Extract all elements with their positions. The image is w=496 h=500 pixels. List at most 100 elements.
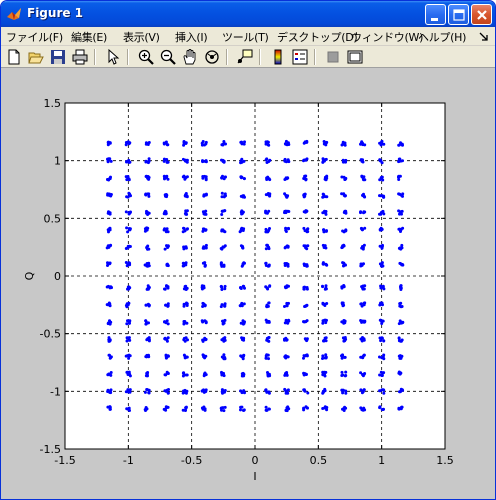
data-point xyxy=(185,302,189,306)
data-point xyxy=(302,407,306,411)
data-point xyxy=(182,371,186,375)
data-point xyxy=(239,408,242,412)
data-point xyxy=(359,406,363,410)
data-point xyxy=(202,227,206,231)
menu-window[interactable]: ウィンドウ(W) xyxy=(351,29,423,45)
data-point xyxy=(341,391,345,395)
data-point xyxy=(182,264,186,268)
data-point xyxy=(401,194,404,198)
menu-edit[interactable]: 編集(E) xyxy=(71,29,107,45)
maximize-button[interactable] xyxy=(448,4,469,25)
data-point xyxy=(302,287,306,291)
data-point xyxy=(264,140,268,144)
new-figure-icon[interactable] xyxy=(6,49,22,65)
dock-arrow-icon[interactable] xyxy=(478,31,490,43)
data-point xyxy=(108,177,112,181)
data-point xyxy=(264,261,268,265)
data-point xyxy=(241,211,244,215)
data-point xyxy=(283,264,287,267)
data-point xyxy=(382,195,385,199)
title-bar[interactable]: Figure 1 xyxy=(1,1,495,27)
data-point xyxy=(380,139,384,143)
data-point xyxy=(363,284,367,288)
print-icon[interactable] xyxy=(72,49,88,65)
close-button[interactable] xyxy=(471,4,492,25)
data-point xyxy=(183,229,187,233)
data-point xyxy=(360,140,364,144)
pointer-icon[interactable] xyxy=(105,49,121,65)
data-point xyxy=(323,336,327,340)
data-point xyxy=(397,209,401,213)
data-point xyxy=(220,288,224,291)
data-point xyxy=(239,161,243,165)
data-point xyxy=(286,141,290,145)
save-icon[interactable] xyxy=(50,49,66,65)
minimize-button[interactable] xyxy=(425,4,446,25)
data-point xyxy=(223,318,227,322)
rotate-3d-icon[interactable] xyxy=(204,49,220,65)
colorbar-icon[interactable] xyxy=(270,49,286,65)
data-point xyxy=(106,303,110,307)
data-point xyxy=(165,244,168,248)
data-point xyxy=(242,336,246,340)
data-point xyxy=(380,161,384,165)
x-axis-label: I xyxy=(253,470,256,483)
data-point xyxy=(285,285,289,289)
data-point xyxy=(305,247,309,251)
hide-plot-tools-icon[interactable] xyxy=(325,49,341,65)
data-point xyxy=(302,158,306,162)
menu-file[interactable]: ファイル(F) xyxy=(6,29,63,45)
maximize-icon xyxy=(453,9,465,21)
data-point xyxy=(303,305,307,308)
zoom-out-icon[interactable] xyxy=(160,49,176,65)
menu-view[interactable]: 表示(V) xyxy=(123,29,160,45)
data-point xyxy=(201,339,205,343)
data-point xyxy=(144,159,148,163)
data-point xyxy=(287,227,290,231)
open-file-icon[interactable] xyxy=(28,49,44,65)
data-point xyxy=(363,143,367,147)
data-point xyxy=(220,213,224,216)
data-point xyxy=(108,353,111,357)
data-point xyxy=(145,246,149,250)
data-point xyxy=(359,211,362,215)
data-point xyxy=(220,191,224,195)
toolbar-separator xyxy=(259,49,261,65)
data-point xyxy=(125,141,129,145)
data-point xyxy=(285,194,288,198)
data-point xyxy=(201,302,205,305)
data-point xyxy=(146,175,150,178)
data-point xyxy=(264,211,268,215)
data-point xyxy=(184,356,187,360)
data-point xyxy=(305,286,309,289)
data-point xyxy=(265,157,269,161)
data-point xyxy=(184,405,188,409)
data-point xyxy=(241,319,245,323)
data-point xyxy=(343,229,347,233)
data-point xyxy=(286,388,290,392)
data-point xyxy=(204,159,208,163)
data-point xyxy=(106,143,110,147)
pan-hand-icon[interactable] xyxy=(182,49,198,65)
data-point xyxy=(166,143,170,147)
data-point xyxy=(185,373,189,377)
data-point xyxy=(124,210,128,214)
data-point xyxy=(302,388,306,392)
menu-insert[interactable]: 挿入(I) xyxy=(175,29,208,45)
scatter-plot[interactable]: -1.5 -1 -0.5 0 0.5 1 1.5-1.5-1-0.500.511.5 I Q xyxy=(1,69,495,500)
data-point xyxy=(306,227,310,231)
data-point xyxy=(144,319,148,323)
data-point xyxy=(204,140,208,144)
show-plot-tools-icon[interactable] xyxy=(347,49,363,65)
data-point xyxy=(127,356,131,360)
menu-desktop[interactable]: デスクトップ(D) xyxy=(277,29,358,45)
menu-tools[interactable]: ツール(T) xyxy=(222,29,269,45)
menu-help[interactable]: ヘルプ(H) xyxy=(418,29,466,45)
zoom-in-icon[interactable] xyxy=(138,49,154,65)
legend-icon[interactable] xyxy=(292,49,308,65)
data-point xyxy=(106,192,110,196)
data-point xyxy=(163,373,167,377)
data-point xyxy=(219,263,223,267)
data-point xyxy=(219,305,223,309)
data-cursor-icon[interactable] xyxy=(237,49,253,65)
